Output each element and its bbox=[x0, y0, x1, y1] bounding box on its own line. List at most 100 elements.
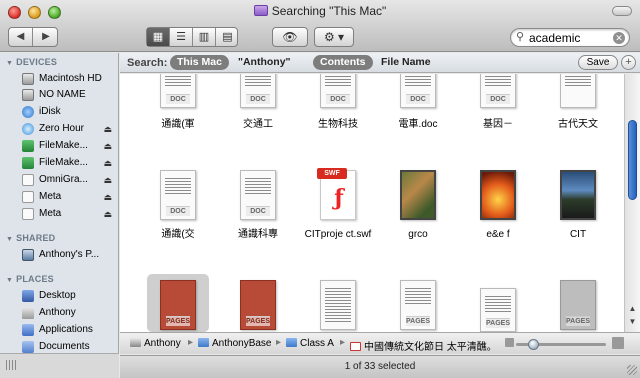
add-criteria-button[interactable]: + bbox=[621, 55, 636, 70]
idisk-icon bbox=[22, 106, 34, 118]
window-resize-handle[interactable] bbox=[627, 365, 637, 375]
scroll-down-icon[interactable]: ▼ bbox=[628, 317, 637, 326]
large-icon-size-icon bbox=[612, 337, 624, 349]
file-item[interactable]: PAGES bbox=[218, 280, 298, 332]
selection-status: 1 of 33 selected bbox=[344, 361, 416, 372]
file-name: CITproje ct.swf bbox=[304, 229, 372, 240]
file-name: 生物科技 bbox=[318, 119, 358, 130]
file-item[interactable]: DOC 通識科專 bbox=[218, 170, 298, 250]
icon-view-button[interactable]: ▦ bbox=[147, 28, 170, 46]
forward-button[interactable]: ▶ bbox=[34, 28, 58, 46]
sidebar-item-filemaker-2[interactable]: FileMake... ⏏ bbox=[22, 155, 118, 171]
applications-icon bbox=[22, 324, 34, 336]
pages-file-icon: PAGES bbox=[560, 280, 596, 330]
sidebar-header-shared[interactable]: ▼ SHARED bbox=[6, 233, 55, 243]
path-separator: ▸ bbox=[340, 337, 346, 348]
doc-file-icon: DOC bbox=[480, 74, 516, 108]
file-name: 通識(軍 bbox=[161, 119, 195, 130]
sidebar-item-omnigraffle[interactable]: OmniGra... ⏏ bbox=[22, 172, 118, 188]
toolbar-toggle-button[interactable] bbox=[612, 6, 632, 16]
back-forward-control: ◀ ▶ bbox=[8, 27, 58, 47]
coverflow-view-button[interactable]: ▤ bbox=[216, 28, 239, 46]
file-item[interactable]: DOC 通識(軍 bbox=[138, 74, 218, 132]
scroll-up-icon[interactable]: ▲ bbox=[628, 304, 637, 313]
pages-file-icon: PAGES bbox=[480, 288, 516, 332]
sidebar-header-devices[interactable]: ▼ DEVICES bbox=[6, 57, 57, 67]
scope-user-button[interactable]: "Anthony" bbox=[231, 55, 298, 70]
scrollbar-thumb[interactable] bbox=[628, 120, 637, 200]
list-view-button[interactable]: ☰ bbox=[170, 28, 193, 46]
icon-size-slider[interactable] bbox=[516, 339, 606, 350]
sidebar-item-anthonys-pc[interactable]: Anthony's P... bbox=[22, 247, 118, 263]
path-separator: ▸ bbox=[276, 337, 282, 348]
path-separator: ▸ bbox=[188, 337, 194, 348]
clear-search-icon[interactable]: ✕ bbox=[613, 32, 625, 44]
application-icon bbox=[22, 140, 34, 152]
sidebar-item-meta-2[interactable]: Meta ⏏ bbox=[22, 206, 118, 222]
sidebar-item-applications[interactable]: Applications bbox=[22, 322, 118, 338]
disclosure-triangle-icon: ▼ bbox=[6, 236, 14, 243]
sidebar-item-anthony[interactable]: Anthony bbox=[22, 305, 118, 321]
path-crumb-file[interactable]: 中國傳統文化節日 太平清醮。 bbox=[350, 338, 497, 353]
back-button[interactable]: ◀ bbox=[9, 28, 33, 46]
save-search-button[interactable]: Save bbox=[578, 55, 618, 70]
file-name: 交通工 bbox=[243, 119, 273, 130]
column-view-button[interactable]: ▥ bbox=[193, 28, 216, 46]
sidebar-item-zero-hour[interactable]: Zero Hour ⏏ bbox=[22, 121, 118, 137]
file-item[interactable]: e&e f bbox=[458, 170, 538, 250]
file-item[interactable]: DOC 生物科技 bbox=[298, 74, 378, 132]
file-item[interactable]: SWF ƒ CITproje ct.swf bbox=[298, 168, 378, 250]
file-item[interactable]: grco bbox=[378, 170, 458, 250]
file-item[interactable]: CIT bbox=[538, 170, 618, 250]
home-icon bbox=[22, 307, 34, 319]
documents-icon bbox=[22, 341, 34, 353]
eject-icon[interactable]: ⏏ bbox=[103, 121, 112, 137]
sidebar-item-filemaker-1[interactable]: FileMake... ⏏ bbox=[22, 138, 118, 154]
sidebar-item-idisk[interactable]: iDisk bbox=[22, 104, 118, 120]
sidebar-item-desktop[interactable]: Desktop bbox=[22, 288, 118, 304]
sidebar-header-places[interactable]: ▼ PLACES bbox=[6, 274, 54, 284]
file-item[interactable]: PAGES bbox=[458, 280, 538, 332]
scope-this-mac-button[interactable]: This Mac bbox=[170, 55, 229, 70]
path-crumb-anthony[interactable]: Anthony bbox=[130, 338, 181, 349]
window-title: Searching "This Mac" bbox=[0, 4, 640, 18]
vertical-scrollbar[interactable]: ▲ ▼ bbox=[624, 74, 640, 332]
eject-icon[interactable]: ⏏ bbox=[103, 155, 112, 171]
network-volume-icon bbox=[22, 123, 34, 135]
status-bar: 1 of 33 selected bbox=[120, 355, 640, 378]
pages-file-icon: PAGES bbox=[160, 280, 196, 330]
flash-file-icon: SWF ƒ bbox=[317, 168, 356, 220]
file-item[interactable]: DOC 通識(交 bbox=[138, 170, 218, 250]
file-item[interactable]: PAGES bbox=[538, 280, 618, 332]
eject-icon[interactable]: ⏏ bbox=[103, 189, 112, 205]
action-menu-button[interactable]: ⚙ ▾ bbox=[314, 27, 354, 47]
search-filename-button[interactable]: File Name bbox=[374, 55, 438, 70]
file-item-selected[interactable]: PAGES bbox=[138, 280, 218, 332]
file-item[interactable]: PAGES bbox=[378, 280, 458, 332]
eject-icon[interactable]: ⏏ bbox=[103, 206, 112, 222]
window-title-text: Searching "This Mac" bbox=[271, 4, 387, 18]
eject-icon[interactable]: ⏏ bbox=[103, 138, 112, 154]
sidebar-item-meta-1[interactable]: Meta ⏏ bbox=[22, 189, 118, 205]
file-item[interactable]: DOC 交通工 bbox=[218, 74, 298, 132]
quick-look-button[interactable]: 👁 bbox=[272, 27, 308, 47]
path-crumb-class-a[interactable]: Class A bbox=[286, 338, 334, 349]
file-item[interactable]: DOC 基因－ bbox=[458, 74, 538, 132]
sidebar-item-macintosh-hd[interactable]: Macintosh HD bbox=[22, 71, 118, 87]
search-input[interactable] bbox=[529, 30, 611, 45]
path-crumb-anthonybase[interactable]: AnthonyBase bbox=[198, 338, 272, 349]
eject-icon[interactable]: ⏏ bbox=[103, 172, 112, 188]
document-file-icon bbox=[560, 74, 596, 108]
search-contents-button[interactable]: Contents bbox=[313, 55, 373, 70]
file-item[interactable]: 古代天文 bbox=[538, 74, 618, 132]
image-file-icon bbox=[560, 170, 596, 220]
file-name: e&e f bbox=[486, 229, 510, 240]
search-criteria-bar: Search: This Mac "Anthony" Contents File… bbox=[120, 53, 640, 73]
doc-file-icon: DOC bbox=[160, 170, 196, 220]
sidebar-item-no-name[interactable]: NO NAME bbox=[22, 87, 118, 103]
file-item[interactable]: DOC 電車.doc bbox=[378, 74, 458, 132]
slider-knob[interactable] bbox=[528, 339, 539, 350]
sidebar-resize-handle[interactable] bbox=[6, 360, 16, 370]
file-item[interactable] bbox=[298, 280, 378, 332]
sidebar-item-documents[interactable]: Documents bbox=[22, 339, 118, 353]
